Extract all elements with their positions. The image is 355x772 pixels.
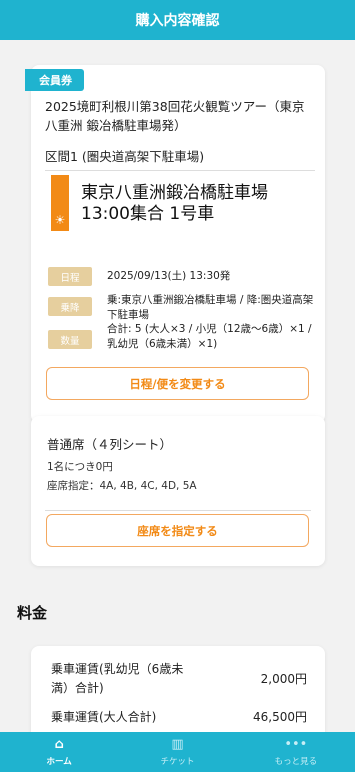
fee-card: 乗車運賃(乳幼児（6歳未満）合計) 2,000円 乗車運賃(大人合計) 46,5… bbox=[31, 646, 325, 732]
tab-home[interactable]: ⌂ ホーム bbox=[0, 732, 118, 772]
member-ticket-badge: 会員券 bbox=[25, 69, 84, 91]
header-bar: 購入内容確認 bbox=[0, 0, 355, 40]
boarding-label: 乗降 bbox=[48, 297, 92, 316]
page-title: 購入内容確認 bbox=[135, 13, 220, 29]
fee-value: 46,500円 bbox=[253, 710, 307, 724]
stop-indicator-bar: ☀ bbox=[51, 175, 69, 231]
sun-icon: ☀ bbox=[54, 213, 66, 227]
tour-title: 2025境町利根川第38回花火観覧ツアー（東京八重洲 鍛冶橋駐車場発） bbox=[45, 99, 305, 133]
seat-assignment: 座席指定：4A, 4B, 4C, 4D, 5A bbox=[47, 480, 197, 492]
tab-ticket[interactable]: ▥ チケット bbox=[118, 732, 236, 772]
more-icon: ••• bbox=[284, 736, 308, 752]
seat-price-per-person: 1名につき0円 bbox=[47, 461, 113, 473]
ticket-card: 会員券 2025境町利根川第38回花火観覧ツアー（東京八重洲 鍛冶橋駐車場発） … bbox=[25, 65, 325, 423]
date-label: 日程 bbox=[48, 267, 92, 286]
home-icon: ⌂ bbox=[54, 736, 64, 752]
date-value: 2025/09/13(土) 13:30発 bbox=[107, 270, 231, 282]
select-seat-button[interactable]: 座席を指定する bbox=[46, 514, 309, 547]
fee-label: 乗車運賃(乳幼児（6歳未満）合計) bbox=[51, 662, 184, 695]
tab-more-label: もっと見る bbox=[274, 756, 318, 767]
quantity-label: 数量 bbox=[48, 330, 92, 349]
fee-row: 乗車運賃(大人合計) 46,500円 bbox=[51, 708, 307, 728]
fee-heading: 料金 bbox=[17, 604, 48, 622]
main-content[interactable]: 会員券 2025境町利根川第38回花火観覧ツアー（東京八重洲 鍛冶橋駐車場発） … bbox=[0, 40, 355, 732]
divider bbox=[45, 510, 311, 511]
change-schedule-button[interactable]: 日程/便を変更する bbox=[46, 367, 309, 400]
fee-row: 乗車運賃(乳幼児（6歳未満）合計) 2,000円 bbox=[51, 660, 307, 700]
tab-home-label: ホーム bbox=[46, 756, 72, 767]
stop-title: 東京八重洲鍛冶橋駐車場 13:00集合 1号車 bbox=[81, 183, 268, 224]
tab-more[interactable]: ••• もっと見る bbox=[237, 732, 355, 772]
fee-value: 2,000円 bbox=[260, 672, 307, 686]
fee-label: 乗車運賃(大人合計) bbox=[51, 710, 157, 724]
tab-ticket-label: チケット bbox=[160, 756, 195, 767]
seat-type-title: 普通席（４列シート） bbox=[47, 437, 173, 452]
section-name: 区間1 (圏央道高架下駐車場) bbox=[45, 149, 205, 164]
seat-card: 普通席（４列シート） 1名につき0円 座席指定：4A, 4B, 4C, 4D, … bbox=[31, 416, 325, 566]
bottom-tab-bar: ⌂ ホーム ▥ チケット ••• もっと見る bbox=[0, 732, 355, 772]
quantity-value: 合計: 5 (大人×3 / 小児（12歳〜6歳）×1 / 乳幼児（6歳未満）×1… bbox=[107, 323, 312, 350]
boarding-value: 乗:東京八重洲鍛冶橋駐車場 / 降:圏央道高架下駐車場 bbox=[107, 294, 314, 321]
divider bbox=[45, 170, 315, 171]
ticket-icon: ▥ bbox=[171, 736, 184, 752]
